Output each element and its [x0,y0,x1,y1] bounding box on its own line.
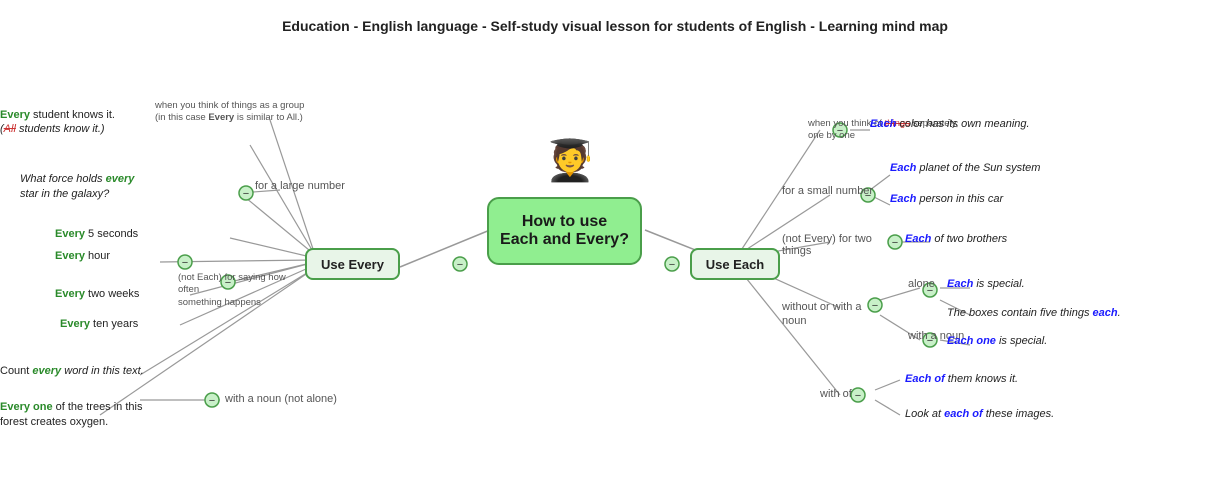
label-not-every-two: (not Every) for two things [782,233,892,257]
label-each-is-special: Each is special. [947,278,1147,290]
svg-text:−: − [669,259,675,271]
center-node: How to useEach and Every? [487,197,642,265]
label-each-color: Each color has its own meaning. [870,118,1100,130]
label-every-two-weeks: Every two weeks [55,288,139,300]
label-every-hour: Every hour [55,250,110,262]
label-alone: alone [908,278,935,290]
label-every-one-trees: Every one of the trees in thisforest cre… [0,400,155,431]
use-each-node: Use Each [690,248,780,280]
svg-text:−: − [209,395,215,407]
label-each-planet: Each planet of the Sun system [890,162,1110,174]
label-not-each-note: (not Each) for saying how oftensomething… [178,272,298,309]
svg-text:−: − [243,188,249,200]
label-with-of: with of [820,388,852,400]
label-what-force: What force holds everystar in the galaxy… [20,172,180,203]
label-large-number: for a large number [255,180,345,192]
label-each-person: Each person in this car [890,193,1090,205]
svg-text:−: − [855,390,861,402]
label-each-one-special: Each one is special. [947,335,1147,347]
label-look-each: Look at each of these images. [905,408,1135,420]
person-image: 🧑‍🎓 [525,120,615,200]
label-every-student: Every student knows it. (All students kn… [0,108,155,137]
use-each-label: Use Each [706,257,765,272]
label-with-noun-not-alone: with a noun (not alone) [225,393,337,405]
label-boxes-contain: The boxes contain five things each. [947,307,1177,319]
center-label: How to useEach and Every? [500,213,629,249]
label-each-of-them: Each of them knows it. [905,373,1125,385]
label-count-every-word: Count every word in this text. [0,365,160,377]
page-title: Education - English language - Self-stud… [0,8,1230,34]
svg-text:−: − [892,237,898,249]
use-every-node: Use Every [305,248,400,280]
svg-text:−: − [182,257,188,269]
svg-text:−: − [872,300,878,312]
label-when-think-every: when you think of things as a group (in … [155,100,310,125]
use-every-label: Use Every [321,257,384,272]
label-every-ten-years: Every ten years [60,318,138,330]
label-every-5-seconds: Every 5 seconds [55,228,138,240]
label-without-with-noun: without or with a noun [782,300,872,329]
label-small-number: for a small number [782,185,873,197]
label-each-two-brothers: Each of two brothers [905,233,1105,245]
svg-text:−: − [457,259,463,271]
